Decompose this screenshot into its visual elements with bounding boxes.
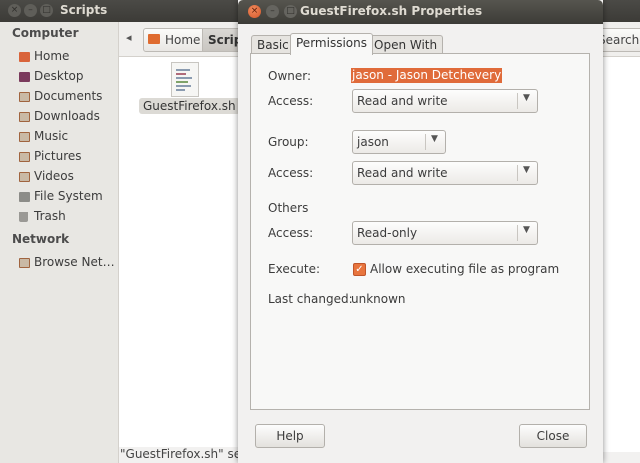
downloads-folder-icon <box>19 112 30 122</box>
close-button-label: Close <box>536 429 570 443</box>
group-access-value: Read and write <box>357 166 448 180</box>
sidebar-item-label: Pictures <box>34 149 82 163</box>
sidebar-item-pictures[interactable]: Pictures <box>19 148 115 166</box>
file-name-label[interactable]: GuestFirefox.sh <box>139 98 240 114</box>
last-changed-value: unknown <box>351 292 406 306</box>
help-button-label: Help <box>276 429 304 443</box>
group-dropdown[interactable]: jason ▼ <box>352 130 446 154</box>
sidebar-item-label: Videos <box>34 169 74 183</box>
text-file-icon[interactable] <box>171 62 199 97</box>
breadcrumb-label: Home <box>165 33 201 47</box>
sidebar-item-label: Documents <box>34 89 103 103</box>
group-value: jason <box>357 135 389 149</box>
network-icon <box>19 258 30 268</box>
sidebar-item-downloads[interactable]: Downloads <box>19 108 115 126</box>
sidebar-item-file-system[interactable]: File System <box>19 188 115 206</box>
group-label: Group: <box>268 135 309 149</box>
sidebar-item-label: Music <box>34 129 69 143</box>
dialog-titlebar: × – □ GuestFirefox.sh Properties <box>238 0 603 24</box>
file-manager-title: Scripts <box>60 3 108 17</box>
execute-checkbox-label[interactable]: Allow executing file as program <box>370 262 559 276</box>
tab-permissions[interactable]: Permissions <box>290 33 373 55</box>
tab-basic[interactable]: Basic <box>251 35 295 54</box>
minimize-window-icon[interactable]: – <box>24 4 37 17</box>
chevron-down-icon: ▼ <box>523 225 530 235</box>
trash-icon <box>19 212 28 222</box>
others-access-value: Read-only <box>357 226 418 240</box>
sidebar-item-browse-network[interactable]: Browse Net… <box>19 254 115 272</box>
properties-dialog: × – □ GuestFirefox.sh Properties Basic P… <box>238 0 603 463</box>
sidebar-heading-computer: Computer <box>12 26 79 40</box>
sidebar-item-label: Downloads <box>34 109 100 123</box>
owner-label: Owner: <box>268 69 312 83</box>
breadcrumb-home[interactable]: Home <box>143 28 203 52</box>
desktop-icon <box>19 72 30 82</box>
sidebar-item-documents[interactable]: Documents <box>19 88 115 106</box>
videos-folder-icon <box>19 172 30 182</box>
drive-icon <box>19 192 30 202</box>
chevron-down-icon: ▼ <box>523 165 530 175</box>
sidebar-item-label: Home <box>34 49 70 63</box>
owner-access-label: Access: <box>268 94 314 108</box>
sidebar-item-label: Desktop <box>34 69 84 83</box>
pictures-folder-icon <box>19 152 30 162</box>
owner-access-value: Read and write <box>357 94 448 108</box>
others-heading: Others <box>268 201 309 215</box>
chevron-down-icon: ▼ <box>431 134 438 144</box>
group-access-label: Access: <box>268 166 314 180</box>
sidebar-item-music[interactable]: Music <box>19 128 115 146</box>
others-access-dropdown[interactable]: Read-only ▼ <box>352 221 538 245</box>
last-changed-label: Last changed: <box>268 292 353 306</box>
home-icon <box>148 34 160 44</box>
sidebar-item-videos[interactable]: Videos <box>19 168 115 186</box>
minimize-dialog-icon[interactable]: – <box>266 5 279 18</box>
sidebar-item-home[interactable]: Home <box>19 48 115 66</box>
execute-checkbox[interactable]: ✓ <box>353 263 366 276</box>
back-arrow-icon[interactable]: ◂ <box>126 31 132 44</box>
search-label: Search <box>598 33 640 47</box>
music-folder-icon <box>19 132 30 142</box>
sidebar-item-trash[interactable]: Trash <box>19 208 115 226</box>
home-folder-icon <box>19 52 30 62</box>
others-access-label: Access: <box>268 226 314 240</box>
chevron-down-icon: ▼ <box>523 93 530 103</box>
close-dialog-icon[interactable]: × <box>248 5 261 18</box>
tab-open-with[interactable]: Open With <box>368 35 444 54</box>
sidebar-heading-network: Network <box>12 232 70 246</box>
dialog-title: GuestFirefox.sh Properties <box>300 4 483 18</box>
sidebar-item-label: Trash <box>34 209 66 223</box>
owner-value: jason - Jason Detchevery <box>351 68 503 83</box>
owner-access-dropdown[interactable]: Read and write ▼ <box>352 89 538 113</box>
help-button[interactable]: Help <box>255 424 325 448</box>
group-access-dropdown[interactable]: Read and write ▼ <box>352 161 538 185</box>
sidebar-item-label: Browse Net… <box>34 255 115 269</box>
close-button[interactable]: Close <box>519 424 587 448</box>
sidebar-item-desktop[interactable]: Desktop <box>19 68 115 86</box>
maximize-dialog-icon[interactable]: □ <box>284 5 297 18</box>
close-window-icon[interactable]: × <box>8 4 21 17</box>
documents-folder-icon <box>19 92 30 102</box>
sidebar-item-label: File System <box>34 189 103 203</box>
maximize-window-icon[interactable]: □ <box>40 4 53 17</box>
execute-label: Execute: <box>268 262 321 276</box>
places-sidebar: Computer Home Desktop Documents Download… <box>0 22 119 463</box>
